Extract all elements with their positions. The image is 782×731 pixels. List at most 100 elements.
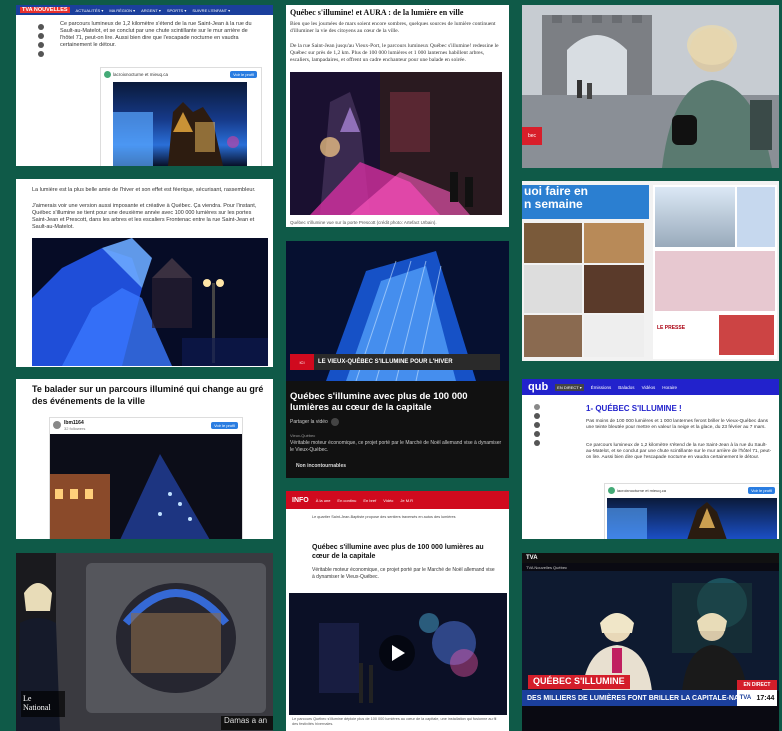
tile-tva-article[interactable]: TVA NOUVELLES ACTUALITÉS ▾ MA RÉGION ▾ A…: [16, 5, 273, 166]
tva-navbar: TVA NOUVELLES ACTUALITÉS ▾ MA RÉGION ▾ A…: [16, 5, 273, 15]
news-ticker: Damas a an: [221, 716, 273, 730]
qub-nav-item[interactable]: Émissions: [591, 385, 612, 390]
instagram-embed: lacroixnocturne et mieuq.ca Voir le prof…: [604, 483, 779, 539]
share-label: Partager la vidéo: [290, 419, 328, 425]
blue-stairs-photo: [32, 238, 268, 366]
qub-nav-item[interactable]: Vidéos: [642, 385, 656, 390]
ici-nav-item[interactable]: En continu: [337, 498, 356, 503]
more-link[interactable]: Non incontournables: [296, 463, 346, 469]
tva-nav-item[interactable]: SPORTS ▾: [167, 8, 187, 13]
tva-nav-item[interactable]: MA RÉGION ▾: [109, 8, 135, 13]
share-video-button[interactable]: Partager la vidéo: [290, 418, 339, 426]
porte-prescott-photo: [290, 72, 502, 215]
video-banner-text: LE VIEUX-QUÉBEC S'ILLUMINE POUR L'HIVER: [314, 354, 500, 370]
account-name: lacroixnocturne et mieuq.ca: [113, 72, 169, 77]
view-profile-button[interactable]: Voir le profil: [748, 487, 775, 494]
ici-nav-item[interactable]: En bref: [363, 498, 376, 503]
building-lights-illustration: [50, 434, 242, 539]
station-logo: bec: [522, 127, 542, 145]
clock-time: 17:44: [756, 694, 775, 702]
chateau-night-photo: [113, 82, 247, 166]
station-box: TVA 17:44: [737, 690, 777, 706]
illuminated-street-photo: [50, 434, 242, 539]
photo-caption: Québec s'illumine vue sur la porte Presc…: [290, 220, 437, 225]
play-icon: [392, 645, 405, 661]
ici-article-summary: Véritable moteur économique, ce projet p…: [312, 567, 495, 580]
video-player[interactable]: [289, 593, 507, 715]
qub-paragraph: Ce parcours lumineux de 1,2 kilomètre s'…: [586, 443, 772, 460]
share-icon[interactable]: [38, 24, 44, 30]
article-intro: Bien que les journées de mars soient enc…: [290, 21, 496, 34]
tile-instagram-post[interactable]: Te balader sur un parcours illuminé qui …: [16, 379, 273, 539]
share-bar: [38, 21, 44, 60]
chateau-illustration: [113, 102, 239, 166]
tile-qub-article[interactable]: qub EN DIRECT ▾ Émissions Balados Vidéos…: [522, 379, 779, 539]
ici-logo: ICI: [290, 354, 314, 370]
blue-light-stairs-illustration: [32, 238, 268, 366]
qub-paragraph: Pas moins de 100 000 lumières et 1 000 l…: [586, 419, 769, 430]
ici-info-logo[interactable]: INFO: [292, 497, 309, 504]
ici-nav-item[interactable]: À la une: [316, 498, 331, 503]
lower-third-subtitle: DES MILLIERS DE LUMIÈRES FONT BRILLER LA…: [522, 690, 737, 706]
lower-third: QUÉBEC S'ILLUMINE DES MILLIERS DE LUMIÈR…: [522, 675, 779, 723]
article-title: Québec s'illumine! et AURA : de la lumiè…: [290, 8, 464, 17]
station-name: TVA: [739, 695, 752, 701]
account-name: lacroixnocturne et mieuq.ca: [617, 488, 666, 493]
video-meta: Vieux-Québec: [290, 433, 316, 438]
ici-article-title: Québec s'illumine avec plus de 100 000 l…: [312, 544, 484, 560]
instagram-embed: lbm1164 32 followers Voir le profil: [49, 417, 243, 539]
tile-ici-info-article[interactable]: INFO À la une En continu En bref Vidéo J…: [286, 491, 509, 731]
reporter-scene-illustration: [522, 5, 779, 168]
avatar: [53, 421, 61, 429]
x-icon[interactable]: [38, 33, 44, 39]
tva-nav-item[interactable]: ACTUALITÉS ▾: [76, 8, 104, 13]
logo-line-1: Le: [23, 694, 32, 703]
ici-nav-item[interactable]: Je M.R: [400, 498, 413, 503]
article-body: Ce parcours lumineux de 1,2 kilomètre s'…: [60, 21, 252, 48]
facebook-icon[interactable]: [38, 42, 44, 48]
x-icon[interactable]: [534, 440, 540, 446]
avatar: [104, 71, 111, 78]
view-profile-button[interactable]: Voir le profil: [230, 71, 257, 78]
article-lead: La lumière est la plus belle amie de l'h…: [32, 187, 256, 193]
article-paragraph: J'aimerais voir une version aussi imposa…: [32, 203, 257, 230]
lower-third-title: QUÉBEC S'ILLUMINE: [528, 675, 630, 689]
qub-article-title: 1- QUÉBEC S'ILLUMINE !: [586, 404, 682, 413]
messenger-icon[interactable]: [534, 422, 540, 428]
qub-navbar: qub EN DIRECT ▾ Émissions Balados Vidéos…: [522, 379, 779, 395]
play-button[interactable]: [379, 635, 415, 671]
presse-headline: uoi faire en n semaine: [522, 185, 649, 219]
video-summary: Véritable moteur économique, ce projet p…: [290, 440, 502, 453]
tva-nav-item[interactable]: ARGENT ▾: [141, 8, 161, 13]
qub-logo[interactable]: qub: [528, 381, 548, 393]
tile-tv-interview-gate[interactable]: bec: [522, 5, 779, 168]
tile-video-article[interactable]: ICI LE VIEUX-QUÉBEC S'ILLUMINE POUR L'HI…: [286, 241, 509, 478]
instagram-embed: lacroixnocturne et mieuq.ca Voir le prof…: [100, 67, 262, 166]
tile-presse-collage[interactable]: uoi faire en n semaine LE PRESSE: [522, 181, 779, 361]
chateau-night-photo: [607, 498, 777, 539]
view-profile-button[interactable]: Voir le profil: [211, 422, 238, 429]
video-title: Québec s'illumine avec plus de 100 000 l…: [290, 391, 468, 413]
tile-aura-article[interactable]: Québec s'illumine! et AURA : de la lumiè…: [286, 5, 509, 227]
add-icon[interactable]: [534, 404, 540, 410]
ici-navbar: INFO À la une En continu En bref Vidéo J…: [286, 491, 509, 509]
video-banner: ICI LE VIEUX-QUÉBEC S'ILLUMINE POUR L'HI…: [290, 354, 500, 370]
qub-nav-item[interactable]: Balados: [618, 385, 634, 390]
live-badge: EN DIRECT: [737, 680, 777, 690]
qub-nav-item[interactable]: EN DIRECT ▾: [555, 383, 584, 391]
night-street-illustration: [290, 72, 502, 215]
tva-nav-item[interactable]: SUIVRE L'ENFANT ▾: [192, 8, 230, 13]
article-paragraph: De la rue Saint-Jean jusqu'au Vieux-Port…: [290, 43, 499, 63]
account-followers: 32 followers: [64, 426, 86, 431]
tile-tva-live-broadcast[interactable]: TVA TVA Nouvelles Québec QUÉBEC S'ILLUMI…: [522, 553, 779, 731]
email-icon[interactable]: [38, 51, 44, 57]
chateau-illustration: [607, 502, 727, 539]
tva-logo[interactable]: TVA NOUVELLES: [20, 7, 70, 13]
tile-le-national-broadcast[interactable]: Le National Damas a an: [16, 553, 273, 731]
tile-blue-stairs-article[interactable]: La lumière est la plus belle amie de l'h…: [16, 179, 273, 367]
ici-nav-item[interactable]: Vidéo: [383, 498, 393, 503]
email-icon[interactable]: [534, 431, 540, 437]
qub-nav-item[interactable]: Horaire: [662, 385, 677, 390]
facebook-icon[interactable]: [534, 413, 540, 419]
share-icon: [330, 418, 339, 426]
